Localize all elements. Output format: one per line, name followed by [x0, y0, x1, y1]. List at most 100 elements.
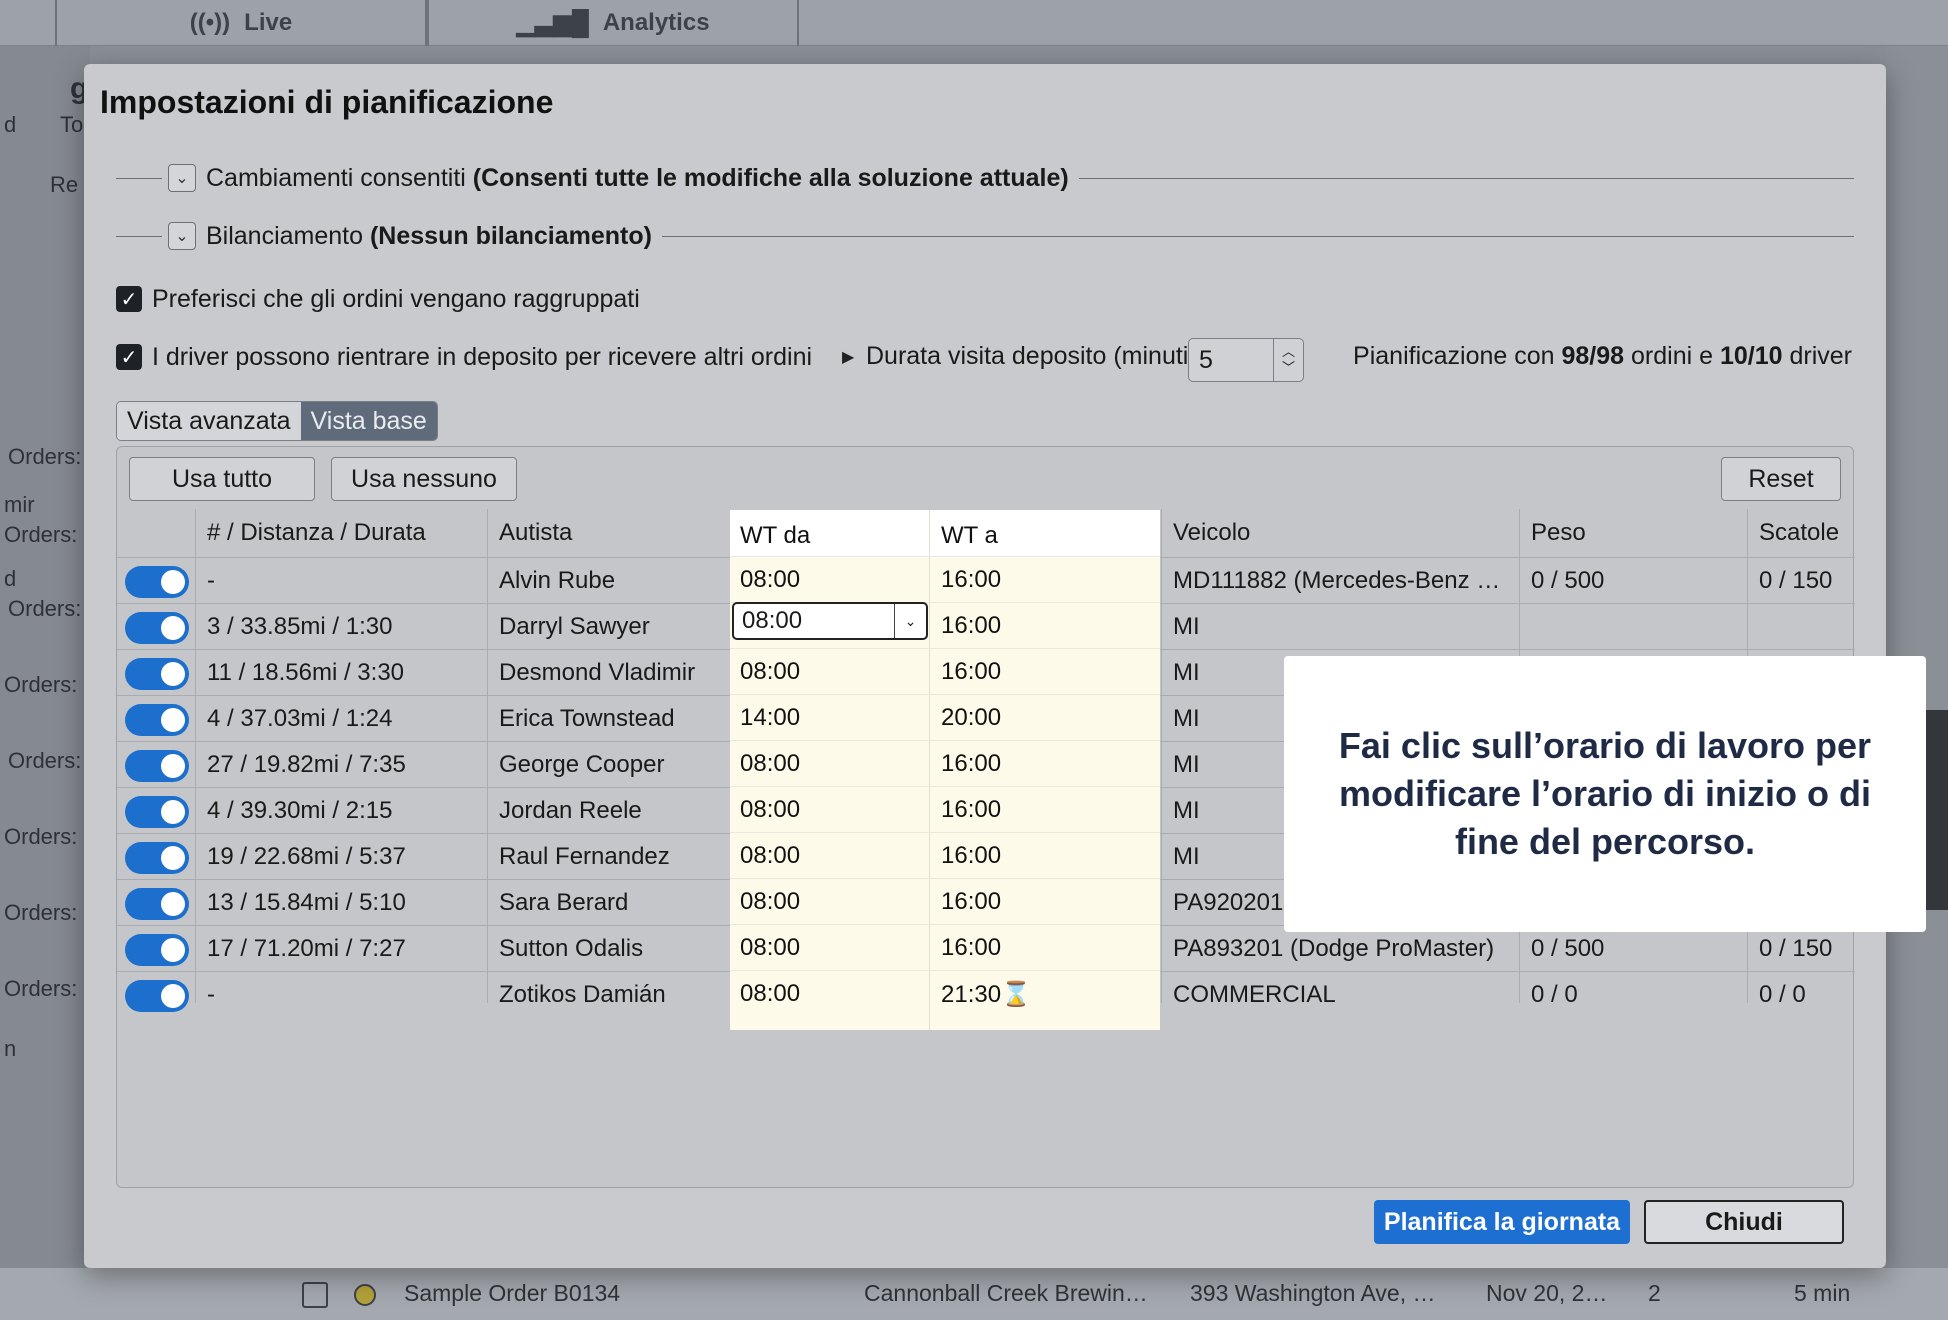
- cell-driver: Jordan Reele: [499, 797, 642, 824]
- checkbox-checked-icon[interactable]: ✓: [116, 286, 142, 312]
- cell-weight: 0 / 500: [1531, 567, 1605, 594]
- wt-from-time-value[interactable]: 08:00: [734, 604, 894, 638]
- cell-wt-from[interactable]: 08:00: [740, 750, 800, 778]
- chevron-down-icon[interactable]: ⌄: [168, 222, 196, 250]
- close-button[interactable]: Chiudi: [1644, 1200, 1844, 1244]
- bg-fragment: n: [4, 1036, 17, 1061]
- cell-stats: 19 / 22.68mi / 5:37: [207, 843, 406, 870]
- bg-fragment: mir: [4, 492, 35, 517]
- column-header-stats[interactable]: # / Distanza / Durata: [197, 509, 426, 557]
- chevron-down-icon[interactable]: ⌄: [168, 164, 196, 192]
- cell-weight: 0 / 500: [1531, 935, 1605, 962]
- tab-live[interactable]: ((•)) Live: [55, 0, 427, 46]
- cell-wt-from[interactable]: 08:00: [740, 566, 800, 594]
- cell-wt-to[interactable]: 16:00: [941, 888, 1001, 916]
- cell-wt-to-value: 21:30: [941, 981, 1002, 1008]
- cell-driver: Darryl Sawyer: [499, 613, 650, 640]
- section-balancing[interactable]: ⌄ Bilanciamento (Nessun bilanciamento): [116, 218, 1854, 254]
- chevron-down-icon[interactable]: ﹀: [1282, 360, 1295, 376]
- column-header-weight[interactable]: Peso: [1521, 509, 1586, 557]
- bg-fragment: d: [4, 112, 17, 137]
- cell-wt-from[interactable]: 08:00: [740, 842, 800, 870]
- reset-button[interactable]: Reset: [1721, 457, 1841, 501]
- depot-visit-value[interactable]: 5: [1189, 339, 1273, 381]
- cell-boxes: 0 / 0: [1759, 981, 1806, 1008]
- wt-from-time-input[interactable]: 08:00 ⌄: [732, 602, 928, 640]
- column-header-vehicle[interactable]: Veicolo: [1163, 509, 1250, 557]
- app-topbar: ((•)) Live ▁▃▆█ Analytics: [0, 0, 1948, 46]
- cell-wt-to[interactable]: 16:00: [941, 750, 1001, 778]
- driver-enabled-toggle[interactable]: [125, 888, 189, 920]
- plan-day-button[interactable]: Planifica la giornata: [1374, 1200, 1630, 1244]
- use-all-button[interactable]: Usa tutto: [129, 457, 315, 501]
- cell-wt-to[interactable]: 16:00: [941, 934, 1001, 962]
- cell-wt-to[interactable]: 16:00: [941, 796, 1001, 824]
- order-address: 393 Washington Ave, …: [1190, 1280, 1436, 1306]
- tab-analytics[interactable]: ▁▃▆█ Analytics: [427, 0, 799, 46]
- cell-weight: 0 / 0: [1531, 981, 1578, 1008]
- cell-wt-from[interactable]: 08:00: [740, 888, 800, 916]
- depot-visit-stepper[interactable]: 5 ︿ ﹀: [1188, 338, 1304, 382]
- column-header-wt-to[interactable]: WT a: [941, 522, 998, 550]
- cell-wt-to[interactable]: 20:00: [941, 704, 1001, 732]
- option-group-orders-label: Preferisci che gli ordini vengano raggru…: [152, 284, 640, 313]
- use-none-button[interactable]: Usa nessuno: [331, 457, 517, 501]
- driver-enabled-toggle[interactable]: [125, 796, 189, 828]
- cell-wt-to[interactable]: 21:30⌛: [941, 980, 1031, 1009]
- bg-fragment: Orders:: [4, 976, 78, 1001]
- driver-enabled-toggle[interactable]: [125, 566, 189, 598]
- cell-wt-to-value: 16:00: [941, 842, 1002, 869]
- driver-enabled-toggle[interactable]: [125, 612, 189, 644]
- option-return-depot[interactable]: ✓ I driver possono rientrare in deposito…: [116, 340, 854, 374]
- bg-fragment: Orders:: [4, 672, 78, 697]
- background-order-row[interactable]: Sample Order B0134 Cannonball Creek Brew…: [0, 1268, 1948, 1320]
- cell-wt-from[interactable]: 08:00: [740, 980, 800, 1008]
- driver-enabled-toggle[interactable]: [125, 658, 189, 690]
- cell-boxes: 0 / 150: [1759, 567, 1833, 594]
- section-allowed-changes[interactable]: ⌄ Cambiamenti consentiti (Consenti tutte…: [116, 160, 1854, 196]
- checkbox-checked-icon[interactable]: ✓: [116, 344, 142, 370]
- row-checkbox[interactable]: [302, 1282, 328, 1308]
- cell-wt-to[interactable]: 16:00: [941, 566, 1001, 594]
- chevron-down-icon[interactable]: ⌄: [894, 604, 926, 638]
- option-group-orders[interactable]: ✓ Preferisci che gli ordini vengano ragg…: [116, 282, 640, 316]
- tab-advanced-view[interactable]: Vista avanzata: [117, 402, 301, 440]
- cell-wt-from[interactable]: 08:00: [740, 796, 800, 824]
- broadcast-icon: ((•)): [189, 9, 231, 36]
- column-header-wt-from[interactable]: WT da: [740, 522, 810, 550]
- driver-enabled-toggle[interactable]: [125, 980, 189, 1012]
- view-toggle: Vista avanzata Vista base: [116, 401, 438, 441]
- column-header-boxes[interactable]: Scatole: [1749, 509, 1839, 557]
- cell-vehicle: MD111882 (Mercedes-Benz …: [1173, 567, 1501, 594]
- bg-fragment: Orders:: [8, 444, 82, 469]
- driver-enabled-toggle[interactable]: [125, 750, 189, 782]
- tab-basic-view[interactable]: Vista base: [300, 402, 437, 440]
- cell-wt-from[interactable]: 08:00: [740, 934, 800, 962]
- caret-right-icon[interactable]: ▶: [842, 347, 854, 367]
- chevron-up-icon[interactable]: ︿: [1282, 344, 1295, 360]
- column-header-driver[interactable]: Autista: [489, 509, 572, 557]
- driver-enabled-toggle[interactable]: [125, 704, 189, 736]
- cell-wt-to[interactable]: 16:00: [941, 842, 1001, 870]
- driver-enabled-toggle[interactable]: [125, 934, 189, 966]
- driver-enabled-toggle[interactable]: [125, 842, 189, 874]
- cell-boxes: [1749, 604, 1853, 650]
- cell-stats: -: [207, 981, 215, 1008]
- cell-wt-from[interactable]: 08:00: [740, 658, 800, 686]
- cell-driver: George Cooper: [499, 751, 665, 778]
- cell-vehicle: PA893201 (Dodge ProMaster): [1173, 935, 1495, 962]
- cell-wt-to-value: 16:00: [941, 934, 1002, 961]
- cell-stats: 4 / 39.30mi / 2:15: [207, 797, 393, 824]
- bg-fragment: To: [60, 112, 84, 137]
- bg-fragment: Orders:: [8, 596, 82, 621]
- cell-wt-from[interactable]: 14:00: [740, 704, 800, 732]
- bar-chart-icon: ▁▃▆█: [516, 9, 589, 37]
- cell-wt-to[interactable]: 16:00: [941, 612, 1001, 640]
- tab-live-label: Live: [244, 9, 293, 36]
- cell-stats: 3 / 33.85mi / 1:30: [207, 613, 393, 640]
- bg-fragment: Orders:: [4, 522, 78, 547]
- cell-stats: 11 / 18.56mi / 3:30: [207, 659, 405, 686]
- order-customer: Cannonball Creek Brewin…: [864, 1280, 1148, 1306]
- depot-visit-label: Durata visita deposito (minuti):: [866, 342, 1204, 370]
- cell-wt-to[interactable]: 16:00: [941, 658, 1001, 686]
